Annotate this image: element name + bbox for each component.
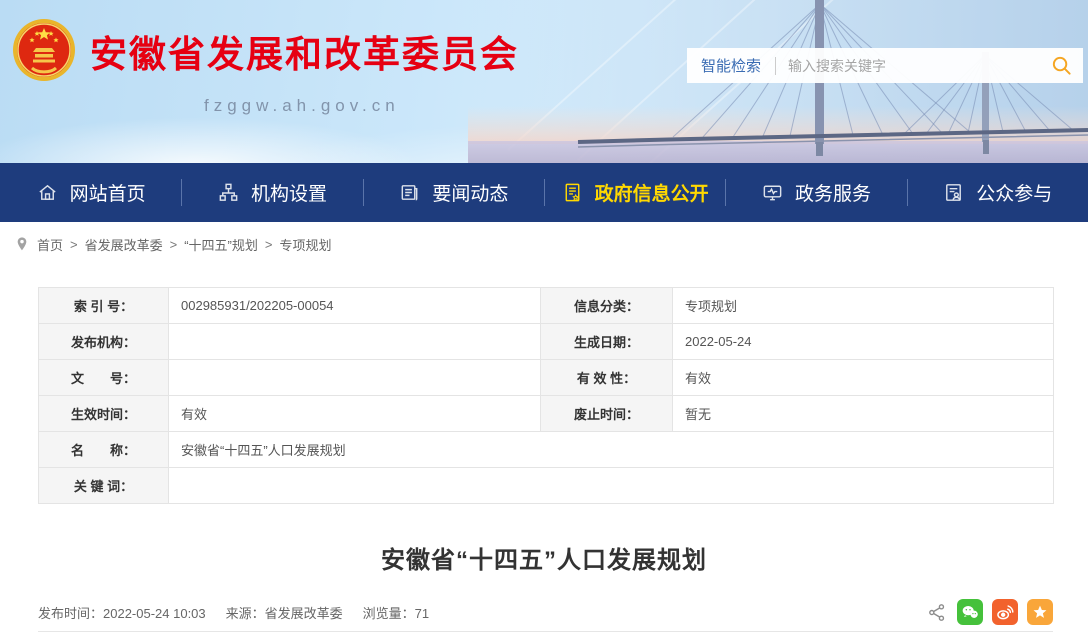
table-row: 关 键 词： — [39, 468, 1054, 504]
repeal-time-label: 废止时间： — [541, 396, 673, 432]
smart-search-toggle[interactable]: 智能检索 — [687, 55, 775, 76]
nav-label: 政务服务 — [795, 179, 871, 206]
weibo-icon — [994, 601, 1016, 623]
table-row: 名 称： 安徽省“十四五”人口发展规划 — [39, 432, 1054, 468]
location-pin-icon — [14, 236, 30, 252]
page-title: 安徽省“十四五”人口发展规划 — [0, 540, 1088, 575]
table-row: 发布机构： 生成日期： 2022-05-24 — [39, 324, 1054, 360]
breadcrumb: 首页 > 省发展改革委 > “十四五”规划 > 专项规划 — [0, 222, 1088, 266]
source: 来源：省发展改革委 — [226, 603, 343, 622]
create-date-value: 2022-05-24 — [673, 324, 1054, 360]
wechat-icon — [959, 601, 981, 623]
search-input[interactable] — [776, 58, 1039, 74]
share-icon — [927, 602, 948, 623]
crumb-special-plan: 专项规划 — [279, 235, 331, 254]
keywords-label: 关 键 词： — [39, 468, 169, 504]
search-button[interactable] — [1039, 48, 1083, 83]
site-domain: fzggw.ah.gov.cn — [204, 96, 400, 116]
info-category-label: 信息分类： — [541, 288, 673, 324]
search-icon — [1050, 54, 1073, 77]
document-info-table-wrap: 索 引 号： 002985931/202205-00054 信息分类： 专项规划… — [38, 287, 1053, 504]
keywords-value — [169, 468, 1054, 504]
nav-label: 网站首页 — [70, 179, 146, 206]
effective-time-label: 生效时间： — [39, 396, 169, 432]
person-doc-icon — [942, 181, 965, 204]
publisher-value — [169, 324, 541, 360]
validity-value: 有效 — [673, 360, 1054, 396]
table-row: 文 号： 有 效 性： 有效 — [39, 360, 1054, 396]
index-number-value: 002985931/202205-00054 — [169, 288, 541, 324]
repeal-time-value: 暂无 — [673, 396, 1054, 432]
index-number-label: 索 引 号： — [39, 288, 169, 324]
nav-item-info-disclosure[interactable]: 政府信息公开 — [544, 163, 725, 222]
article-meta: 发布时间：2022-05-24 10:03 来源：省发展改革委 浏览量：71 — [38, 603, 429, 622]
nav-label: 要闻动态 — [432, 179, 508, 206]
publisher-label: 发布机构： — [39, 324, 169, 360]
share-toolbar — [927, 599, 1053, 625]
crumb-separator: > — [70, 237, 78, 252]
validity-label: 有 效 性： — [541, 360, 673, 396]
crumb-home[interactable]: 首页 — [37, 235, 63, 254]
view-count: 浏览量：71 — [363, 603, 429, 622]
doc-number-value — [169, 360, 541, 396]
org-chart-icon — [217, 181, 240, 204]
crumb-commission[interactable]: 省发展改革委 — [85, 235, 163, 254]
nav-item-home[interactable]: 网站首页 — [0, 163, 181, 222]
main-nav: 网站首页 机构设置 要闻动态 政府信息公开 政务服务 公众参与 — [0, 163, 1088, 222]
table-row: 索 引 号： 002985931/202205-00054 信息分类： 专项规划 — [39, 288, 1054, 324]
doc-star-icon — [561, 181, 584, 204]
crumb-separator: > — [265, 237, 273, 252]
monitor-icon — [761, 181, 784, 204]
home-icon — [36, 181, 59, 204]
nav-item-news[interactable]: 要闻动态 — [363, 163, 544, 222]
name-value: 安徽省“十四五”人口发展规划 — [169, 432, 1054, 468]
share-button[interactable] — [927, 602, 948, 623]
effective-time-value: 有效 — [169, 396, 541, 432]
site-logo-link[interactable]: 安徽省发展和改革委员会 fzggw.ah.gov.cn — [0, 0, 560, 130]
nav-item-org[interactable]: 机构设置 — [181, 163, 362, 222]
wechat-share-button[interactable] — [957, 599, 983, 625]
weibo-share-button[interactable] — [992, 599, 1018, 625]
publish-time: 发布时间：2022-05-24 10:03 — [38, 603, 206, 622]
table-row: 生效时间： 有效 废止时间： 暂无 — [39, 396, 1054, 432]
nav-item-participation[interactable]: 公众参与 — [907, 163, 1088, 222]
nav-item-services[interactable]: 政务服务 — [725, 163, 906, 222]
site-header: 安徽省发展和改革委员会 fzggw.ah.gov.cn 智能检索 — [0, 0, 1088, 163]
favorite-button[interactable] — [1027, 599, 1053, 625]
crumb-plan-14-5[interactable]: “十四五”规划 — [184, 235, 258, 254]
document-info-table: 索 引 号： 002985931/202205-00054 信息分类： 专项规划… — [38, 287, 1054, 504]
national-emblem-icon — [12, 18, 76, 82]
name-label: 名 称： — [39, 432, 169, 468]
favorite-star-icon — [1029, 601, 1051, 623]
doc-number-label: 文 号： — [39, 360, 169, 396]
search-bar: 智能检索 — [687, 48, 1083, 83]
create-date-label: 生成日期： — [541, 324, 673, 360]
news-icon — [398, 181, 421, 204]
nav-label: 政府信息公开 — [595, 179, 709, 206]
crumb-separator: > — [170, 237, 178, 252]
info-category-value: 专项规划 — [673, 288, 1054, 324]
nav-label: 机构设置 — [251, 179, 327, 206]
site-name: 安徽省发展和改革委员会 — [90, 24, 519, 78]
article-meta-row: 发布时间：2022-05-24 10:03 来源：省发展改革委 浏览量：71 — [38, 599, 1053, 632]
nav-label: 公众参与 — [976, 179, 1052, 206]
